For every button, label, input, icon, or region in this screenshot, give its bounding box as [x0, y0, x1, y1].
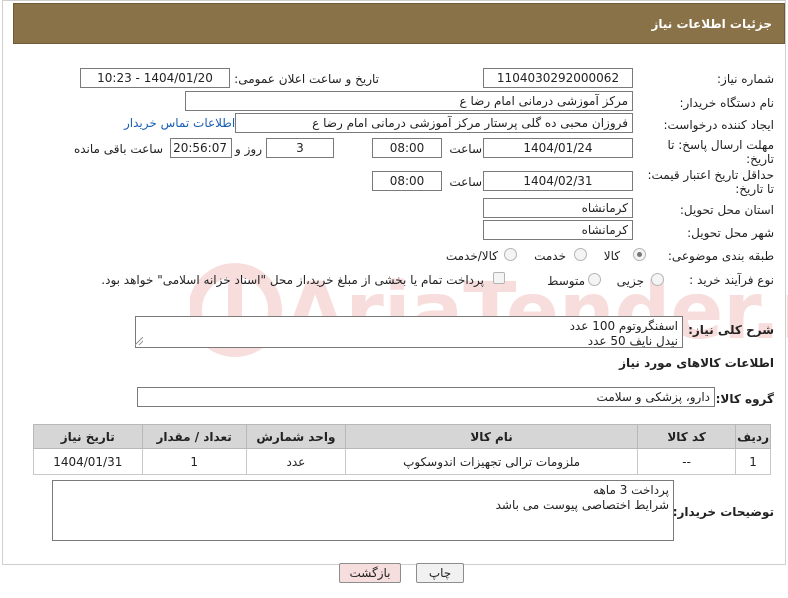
purchase-minor-label: جزیی	[616, 274, 644, 288]
deadline-time-field[interactable]: 08:00	[372, 138, 442, 158]
col-item-name: نام کالا	[345, 424, 639, 449]
announce-label: تاریخ و ساعت اعلان عمومی:	[234, 72, 379, 86]
announce-field[interactable]: 1404/01/20 - 10:23	[80, 68, 230, 88]
buyer-org-field[interactable]: مرکز آموزشی درمانی امام رضا ع	[185, 91, 633, 111]
validity-time-label: ساعت	[449, 175, 482, 189]
purchase-minor-radio[interactable]	[651, 273, 664, 286]
buyer-org-label: نام دستگاه خریدار:	[679, 96, 775, 110]
creator-field[interactable]: فروزان محبی ده گلی پرستار مرکز آموزشی در…	[235, 113, 633, 133]
days-label: روز و	[235, 142, 262, 156]
purchase-medium-label: متوسط	[547, 274, 585, 288]
city-field[interactable]: کرمانشاه	[483, 220, 633, 240]
buyer-notes-textarea[interactable]: پرداخت 3 ماهه شرایط اختصاصی پیوست می باش…	[52, 480, 674, 541]
need-number-label: شماره نیاز:	[717, 72, 774, 86]
col-quantity: تعداد / مقدار	[141, 424, 247, 449]
goods-group-label: گروه کالا:	[715, 392, 774, 406]
validity-date-field[interactable]: 1404/02/31	[483, 171, 633, 191]
col-item-code: کد کالا	[637, 424, 737, 449]
page-title: جزئیات اطلاعات نیاز	[651, 17, 772, 31]
treasury-payment-checkbox[interactable]	[493, 272, 505, 284]
province-label: استان محل تحویل:	[679, 203, 774, 217]
print-button[interactable]: چاپ	[416, 563, 464, 583]
validity-time-field[interactable]: 08:00	[372, 171, 442, 191]
goods-group-field[interactable]: دارو، پزشکی و سلامت	[137, 387, 715, 407]
cell-quantity: 1	[141, 448, 247, 475]
category-label: طبقه بندی موضوعی:	[667, 249, 774, 263]
col-unit: واحد شمارش	[245, 424, 347, 449]
description-label: شرح کلی نیاز:	[688, 323, 774, 337]
cell-item-code: --	[637, 448, 737, 475]
goods-table-header: ردیف کد کالا نام کالا واحد شمارش تعداد /…	[33, 424, 771, 449]
deadline-time-label: ساعت	[449, 142, 482, 156]
deadline-date-field[interactable]: 1404/01/24	[483, 138, 633, 158]
category-service-label: خدمت	[534, 249, 566, 263]
col-row-number: ردیف	[735, 424, 771, 449]
contact-buyer-link[interactable]: اطلاعات تماس خریدار	[124, 116, 235, 130]
need-number-field[interactable]: 1104030292000062	[483, 68, 633, 88]
province-field[interactable]: کرمانشاه	[483, 198, 633, 218]
category-both-radio[interactable]	[504, 248, 517, 261]
deadline-label-2: تاریخ:	[746, 152, 774, 166]
validity-label: حداقل تاریخ اعتبار قیمت:	[647, 168, 774, 182]
cell-need-date: 1404/01/31	[33, 448, 143, 475]
back-button[interactable]: بازگشت	[339, 563, 401, 583]
table-row[interactable]: 1 -- ملزومات ترالی تجهیزات اندوسکوپ عدد …	[33, 448, 771, 475]
category-goods-label: کالا	[603, 249, 620, 263]
header-bar: جزئیات اطلاعات نیاز	[13, 3, 785, 44]
col-need-date: تاریخ نیاز	[33, 424, 143, 449]
days-field[interactable]: 3	[266, 138, 334, 158]
buyer-notes-label: توضیحات خریدار:	[672, 505, 774, 519]
creator-label: ایجاد کننده درخواست:	[663, 118, 774, 132]
remaining-time-field[interactable]: 20:56:07	[170, 138, 232, 158]
treasury-payment-note: پرداخت تمام یا بخشی از مبلغ خرید،از محل …	[101, 273, 484, 287]
description-textarea[interactable]: اسفنگروتوم 100 عدد نیدل نایف 50 عدد	[135, 316, 683, 348]
deadline-label: مهلت ارسال پاسخ: تا	[667, 138, 774, 152]
goods-table: ردیف کد کالا نام کالا واحد شمارش تعداد /…	[33, 424, 771, 475]
validity-label-2: تا تاریخ:	[735, 182, 774, 196]
remaining-label: ساعت باقی مانده	[73, 142, 163, 156]
cell-item-name: ملزومات ترالی تجهیزات اندوسکوپ	[345, 448, 639, 475]
cell-unit: عدد	[245, 448, 347, 475]
cell-row-number: 1	[735, 448, 771, 475]
category-goods-radio[interactable]	[633, 248, 646, 261]
purchase-medium-radio[interactable]	[588, 273, 601, 286]
category-service-radio[interactable]	[574, 248, 587, 261]
description-resize-grip[interactable]	[135, 337, 143, 345]
city-label: شهر محل تحویل:	[687, 226, 774, 240]
goods-section-title: اطلاعات کالاهای مورد نیاز	[619, 356, 774, 370]
purchase-type-label: نوع فرآیند خرید :	[689, 273, 774, 287]
category-both-label: کالا/خدمت	[445, 249, 498, 263]
